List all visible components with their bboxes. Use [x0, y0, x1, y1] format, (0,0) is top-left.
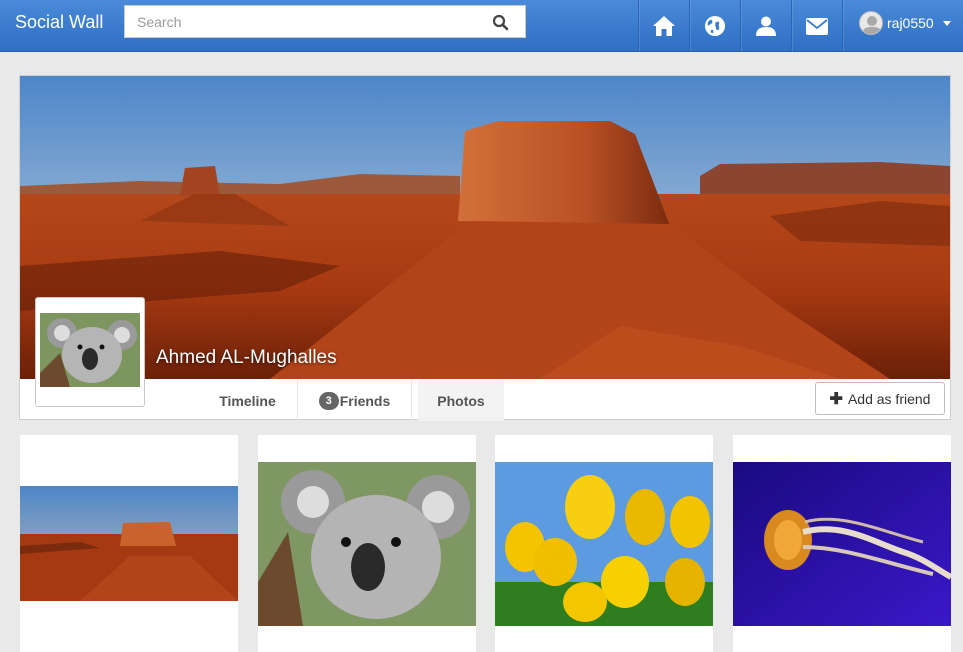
tab-photos[interactable]: Photos: [418, 380, 504, 421]
photo-koala: [258, 462, 476, 626]
brand-logo[interactable]: Social Wall: [15, 12, 103, 33]
friends-count-badge: 3: [318, 391, 339, 410]
globe-icon: [705, 16, 725, 36]
cover-photo: [20, 76, 950, 379]
search-icon[interactable]: [492, 14, 509, 31]
photo-card[interactable]: [495, 435, 713, 652]
nav-profile-button[interactable]: [740, 0, 791, 52]
photo-tulips: [495, 462, 713, 626]
profile-header: Ahmed AL-Mughalles Timeline 3 Friends Ph…: [19, 75, 951, 421]
plus-icon: ✚: [829, 390, 843, 408]
caret-down-icon: [943, 21, 951, 26]
tab-timeline-label: Timeline: [219, 392, 276, 409]
photo-card[interactable]: [20, 435, 238, 652]
tab-friends-label: Friends: [339, 392, 391, 409]
envelope-icon: [806, 17, 828, 35]
tab-photos-label: Photos: [437, 392, 485, 409]
search-input[interactable]: [125, 6, 485, 37]
user-icon: [756, 16, 776, 36]
tab-friends[interactable]: 3 Friends: [298, 380, 412, 421]
navbar: Social Wall Search raj0550: [0, 0, 963, 52]
search-box: [124, 5, 526, 38]
photo-card[interactable]: [733, 435, 951, 652]
user-avatar: [859, 11, 883, 35]
add-friend-label: Add as friend: [847, 390, 931, 407]
nav-home-button[interactable]: [638, 0, 689, 52]
username: raj0550: [887, 15, 934, 31]
user-menu[interactable]: raj0550: [842, 0, 963, 52]
tab-timeline[interactable]: Timeline: [198, 380, 298, 421]
profile-picture[interactable]: [35, 297, 145, 407]
home-icon: [653, 16, 675, 36]
profile-name: Ahmed AL-Mughalles: [156, 347, 337, 368]
nav-globe-button[interactable]: [689, 0, 740, 52]
photo-jellyfish: [733, 462, 951, 626]
photo-card[interactable]: [258, 435, 476, 652]
photo-desert: [20, 486, 238, 601]
add-friend-button[interactable]: ✚ Add as friend: [815, 382, 945, 415]
nav-messages-button[interactable]: [791, 0, 842, 52]
